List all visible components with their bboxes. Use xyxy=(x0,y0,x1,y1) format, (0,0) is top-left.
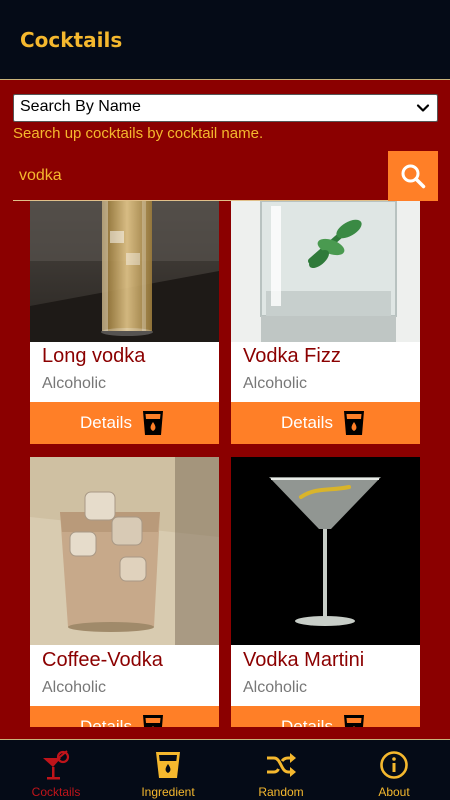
cocktail-category: Alcoholic xyxy=(243,679,308,696)
nav-label: Ingredient xyxy=(141,785,195,799)
cocktail-category: Alcoholic xyxy=(42,679,107,696)
glass-icon xyxy=(143,715,163,727)
details-button[interactable]: Details xyxy=(30,402,219,444)
cocktail-name: Coffee-Vodka xyxy=(42,649,163,671)
details-label: Details xyxy=(80,717,132,727)
cocktail-icon xyxy=(43,750,70,780)
cocktail-name: Vodka Martini xyxy=(243,649,365,671)
app-bar: Cocktails xyxy=(0,0,450,80)
info-icon xyxy=(380,751,408,779)
details-label: Details xyxy=(281,413,333,432)
details-button[interactable]: Details xyxy=(30,706,219,727)
glass-icon xyxy=(344,411,364,435)
nav-item-ingredient[interactable]: Ingredient xyxy=(112,740,224,800)
bottom-nav: Cocktails Ingredient Random About xyxy=(0,739,450,800)
cocktail-card[interactable]: Vodka Martini Alcoholic Details xyxy=(231,457,420,727)
search-input-value: vodka xyxy=(19,167,62,184)
search-mode-select[interactable]: Search By Name xyxy=(13,94,438,122)
cocktail-name: Vodka Fizz xyxy=(243,345,341,367)
details-button[interactable]: Details xyxy=(231,706,420,727)
cocktail-image xyxy=(30,201,219,342)
search-input[interactable]: vodka xyxy=(13,151,388,201)
cocktail-image xyxy=(231,457,420,645)
search-icon xyxy=(401,164,426,189)
app-title: Cocktails xyxy=(20,28,123,52)
nav-label: About xyxy=(378,785,410,799)
cocktail-category: Alcoholic xyxy=(243,375,308,392)
details-label: Details xyxy=(80,413,132,432)
cocktail-image xyxy=(231,201,420,342)
search-hint: Search up cocktails by cocktail name. xyxy=(13,125,264,142)
cocktail-category: Alcoholic xyxy=(42,375,107,392)
glass-icon xyxy=(143,411,163,435)
glass-icon xyxy=(156,752,180,778)
chevron-down-icon xyxy=(416,104,430,112)
details-button[interactable]: Details xyxy=(231,402,420,444)
glass-icon xyxy=(344,715,364,727)
main-content[interactable]: Search By Name Search up cocktails by co… xyxy=(0,81,450,739)
cocktail-name: Long vodka xyxy=(42,345,146,367)
search-button[interactable] xyxy=(388,151,438,201)
search-mode-value: Search By Name xyxy=(20,98,141,115)
cocktail-card[interactable]: Coffee-Vodka Alcoholic Details xyxy=(30,457,219,727)
cocktail-card[interactable]: Vodka Fizz Alcoholic Details xyxy=(231,201,420,444)
shuffle-icon xyxy=(267,753,296,777)
nav-label: Cocktails xyxy=(31,785,81,799)
cocktail-card[interactable]: Long vodka Alcoholic Details xyxy=(30,201,219,444)
details-label: Details xyxy=(281,717,333,727)
nav-label: Random xyxy=(258,785,304,799)
search-bar: vodka xyxy=(13,151,438,201)
cocktail-image xyxy=(30,457,219,645)
nav-item-random[interactable]: Random xyxy=(225,740,337,800)
nav-item-about[interactable]: About xyxy=(338,740,450,800)
nav-item-cocktails[interactable]: Cocktails xyxy=(0,740,112,800)
